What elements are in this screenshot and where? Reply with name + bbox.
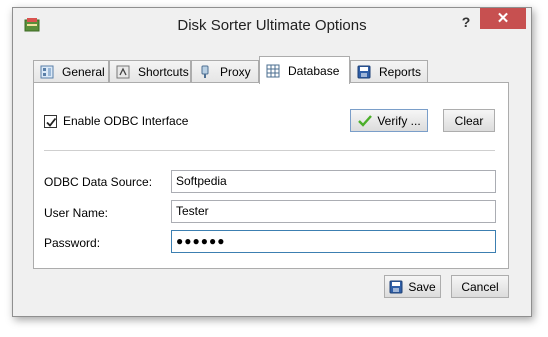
data-source-label: ODBC Data Source: bbox=[44, 175, 153, 189]
database-panel: Enable ODBC Interface Verify ... Clear O… bbox=[33, 82, 509, 269]
tab-reports[interactable]: Reports bbox=[350, 60, 428, 83]
floppy-disk-icon bbox=[389, 280, 403, 293]
title-bar[interactable]: Disk Sorter Ultimate Options ? ✕ bbox=[13, 8, 531, 41]
proxy-icon bbox=[201, 65, 209, 78]
tab-proxy[interactable]: Proxy bbox=[191, 60, 259, 83]
general-icon bbox=[40, 65, 54, 79]
tab-label: Reports bbox=[379, 65, 422, 79]
checkmark-icon bbox=[46, 117, 57, 127]
shortcuts-icon bbox=[116, 65, 130, 79]
tab-shortcuts[interactable]: Shortcuts bbox=[109, 60, 191, 83]
enable-odbc-row[interactable]: Enable ODBC Interface bbox=[44, 114, 188, 128]
data-source-input[interactable]: Softpedia bbox=[171, 170, 496, 193]
tab-label: Shortcuts bbox=[138, 65, 189, 79]
reports-icon bbox=[357, 65, 371, 79]
enable-odbc-label: Enable ODBC Interface bbox=[63, 114, 189, 128]
password-input[interactable]: ●●●●●● bbox=[171, 230, 496, 253]
help-button[interactable]: ? bbox=[456, 13, 476, 31]
tab-label: Database bbox=[288, 63, 340, 78]
save-button[interactable]: Save bbox=[384, 275, 441, 298]
user-name-input[interactable]: Tester bbox=[171, 200, 496, 223]
clear-button[interactable]: Clear bbox=[443, 109, 495, 132]
tab-label: General bbox=[62, 65, 105, 79]
close-button[interactable]: ✕ bbox=[480, 8, 526, 29]
save-label: Save bbox=[408, 279, 436, 294]
window-title: Disk Sorter Ultimate Options bbox=[177, 17, 367, 34]
tab-general[interactable]: General bbox=[33, 60, 109, 83]
tab-database[interactable]: Database bbox=[259, 56, 350, 84]
enable-odbc-checkbox[interactable] bbox=[44, 114, 57, 128]
verify-label: Verify ... bbox=[377, 113, 421, 128]
user-name-label: User Name: bbox=[44, 206, 109, 220]
options-dialog: Disk Sorter Ultimate Options ? ✕ General… bbox=[12, 7, 532, 317]
divider bbox=[44, 150, 495, 151]
verify-button[interactable]: Verify ... bbox=[350, 109, 428, 132]
database-icon bbox=[266, 64, 280, 77]
check-icon bbox=[358, 114, 373, 127]
cancel-button[interactable]: Cancel bbox=[451, 275, 509, 298]
password-label: Password: bbox=[44, 236, 101, 250]
tab-label: Proxy bbox=[220, 65, 251, 79]
